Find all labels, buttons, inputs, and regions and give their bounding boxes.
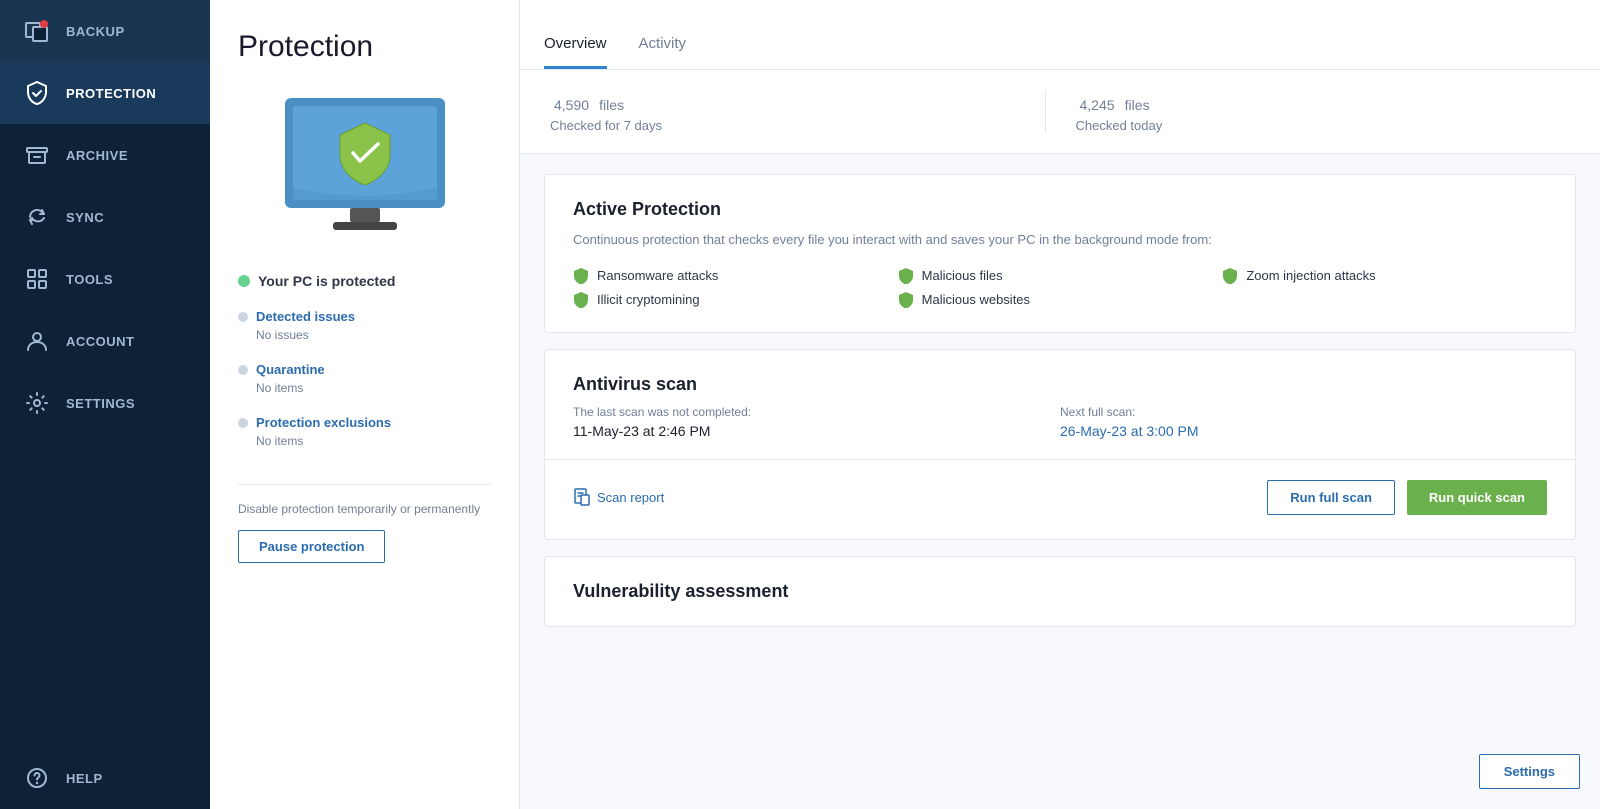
- quarantine-link[interactable]: Quarantine: [256, 362, 325, 377]
- stat-7days-number: 4,590 files: [550, 90, 1045, 116]
- sidebar-item-account[interactable]: ACCOUNT: [0, 310, 210, 372]
- sidebar-item-backup-label: BACKUP: [66, 24, 186, 39]
- next-scan-value: 26-May-23 at 3:00 PM: [1060, 423, 1547, 439]
- stat-files-today: 4,245 files Checked today: [1045, 90, 1571, 133]
- status-dot: [238, 275, 250, 287]
- scan-report-icon: [573, 488, 591, 506]
- shield-malicious-icon: [898, 268, 914, 284]
- account-icon: [24, 328, 50, 354]
- right-panel: Overview Activity 4,590 files Checked fo…: [520, 0, 1600, 809]
- sidebar-item-sync[interactable]: SYNC: [0, 186, 210, 248]
- mid-panel: Protection Your PC is protected: [210, 0, 520, 809]
- sidebar-item-protection-label: PROTECTION: [66, 86, 186, 101]
- settings-btn-wrap: Settings: [1479, 754, 1580, 789]
- feature-ransomware: Ransomware attacks: [573, 268, 898, 284]
- shield-crypto-icon: [573, 292, 589, 308]
- antivirus-scan-title: Antivirus scan: [573, 374, 1547, 395]
- antivirus-scan-card: Antivirus scan The last scan was not com…: [544, 349, 1576, 540]
- protection-exclusions-sub: No items: [256, 434, 391, 448]
- feature-malicious-files: Malicious files: [898, 268, 1223, 284]
- protection-exclusions-row: Protection exclusions No items: [238, 415, 491, 464]
- detected-issues-sub: No issues: [256, 328, 355, 342]
- monitor-illustration: [238, 88, 491, 253]
- sidebar-item-archive[interactable]: ARCHIVE: [0, 124, 210, 186]
- last-scan-col: The last scan was not completed: 11-May-…: [573, 405, 1060, 439]
- scan-report-link[interactable]: Scan report: [573, 488, 664, 506]
- tabs-bar: Overview Activity: [520, 0, 1600, 70]
- quarantine-sub: No items: [256, 381, 325, 395]
- tab-activity[interactable]: Activity: [639, 35, 687, 69]
- shield-icon: [24, 80, 50, 106]
- stat-7days-label: Checked for 7 days: [550, 118, 1045, 133]
- settings-button[interactable]: Settings: [1479, 754, 1580, 789]
- detected-issues-link[interactable]: Detected issues: [256, 309, 355, 324]
- scan-info: The last scan was not completed: 11-May-…: [573, 405, 1547, 439]
- shield-zoom-icon: [1222, 268, 1238, 284]
- protection-exclusions-dot: [238, 418, 248, 428]
- scan-actions: Scan report Run full scan Run quick scan: [573, 480, 1547, 515]
- protection-exclusions-link[interactable]: Protection exclusions: [256, 415, 391, 430]
- tab-overview[interactable]: Overview: [544, 35, 607, 69]
- stat-files-7days: 4,590 files Checked for 7 days: [550, 90, 1045, 133]
- sidebar-item-help-label: HELP: [66, 771, 186, 786]
- sidebar-item-account-label: ACCOUNT: [66, 334, 186, 349]
- tools-icon: [24, 266, 50, 292]
- sidebar-item-protection[interactable]: PROTECTION: [0, 62, 210, 124]
- help-icon: [24, 765, 50, 791]
- next-scan-col: Next full scan: 26-May-23 at 3:00 PM: [1060, 405, 1547, 439]
- scan-buttons: Run full scan Run quick scan: [1267, 480, 1547, 515]
- page-title: Protection: [238, 30, 491, 64]
- detected-issues-dot: [238, 312, 248, 322]
- active-protection-card: Active Protection Continuous protection …: [544, 174, 1576, 333]
- mid-divider: [238, 484, 491, 485]
- sidebar-item-settings[interactable]: SETTINGS: [0, 372, 210, 434]
- stat-today-number: 4,245 files: [1076, 90, 1571, 116]
- feature-cryptomining: Illicit cryptomining: [573, 292, 898, 308]
- status-row: Your PC is protected: [238, 273, 491, 289]
- active-protection-desc: Continuous protection that checks every …: [573, 230, 1547, 250]
- quarantine-dot: [238, 365, 248, 375]
- sidebar-item-tools[interactable]: TOOLS: [0, 248, 210, 310]
- sidebar-item-backup[interactable]: BACKUP: [0, 0, 210, 62]
- active-protection-title: Active Protection: [573, 199, 1547, 220]
- last-scan-value: 11-May-23 at 2:46 PM: [573, 423, 1060, 439]
- last-scan-label: The last scan was not completed:: [573, 405, 1060, 419]
- shield-websites-icon: [898, 292, 914, 308]
- detected-issues-row: Detected issues No issues: [238, 309, 491, 358]
- scan-divider: [545, 459, 1575, 460]
- stats-row: 4,590 files Checked for 7 days 4,245 fil…: [520, 70, 1600, 154]
- quarantine-row: Quarantine No items: [238, 362, 491, 411]
- content-area: Active Protection Continuous protection …: [520, 154, 1600, 809]
- pause-protection-button[interactable]: Pause protection: [238, 530, 385, 563]
- sidebar-item-sync-label: SYNC: [66, 210, 186, 225]
- vulnerability-card: Vulnerability assessment: [544, 556, 1576, 627]
- sidebar: BACKUP PROTECTION ARCHIVE: [0, 0, 210, 809]
- feature-malicious-websites: Malicious websites: [898, 292, 1223, 308]
- settings-icon: [24, 390, 50, 416]
- next-scan-label: Next full scan:: [1060, 405, 1547, 419]
- shield-ransomware-icon: [573, 268, 589, 284]
- disable-text: Disable protection temporarily or perman…: [238, 501, 491, 518]
- stat-today-label: Checked today: [1076, 118, 1571, 133]
- feature-zoom-injection: Zoom injection attacks: [1222, 268, 1547, 284]
- backup-icon: [24, 18, 50, 44]
- protection-features: Ransomware attacks Malicious files Zoom …: [573, 268, 1547, 308]
- run-quick-scan-button[interactable]: Run quick scan: [1407, 480, 1547, 515]
- vulnerability-title: Vulnerability assessment: [573, 581, 1547, 602]
- sidebar-item-help[interactable]: HELP: [0, 747, 210, 809]
- sync-icon: [24, 204, 50, 230]
- run-full-scan-button[interactable]: Run full scan: [1267, 480, 1395, 515]
- sidebar-item-tools-label: TOOLS: [66, 272, 186, 287]
- sidebar-item-settings-label: SETTINGS: [66, 396, 186, 411]
- status-text: Your PC is protected: [258, 273, 395, 289]
- monitor-svg: [265, 88, 465, 248]
- archive-icon: [24, 142, 50, 168]
- sidebar-item-archive-label: ARCHIVE: [66, 148, 186, 163]
